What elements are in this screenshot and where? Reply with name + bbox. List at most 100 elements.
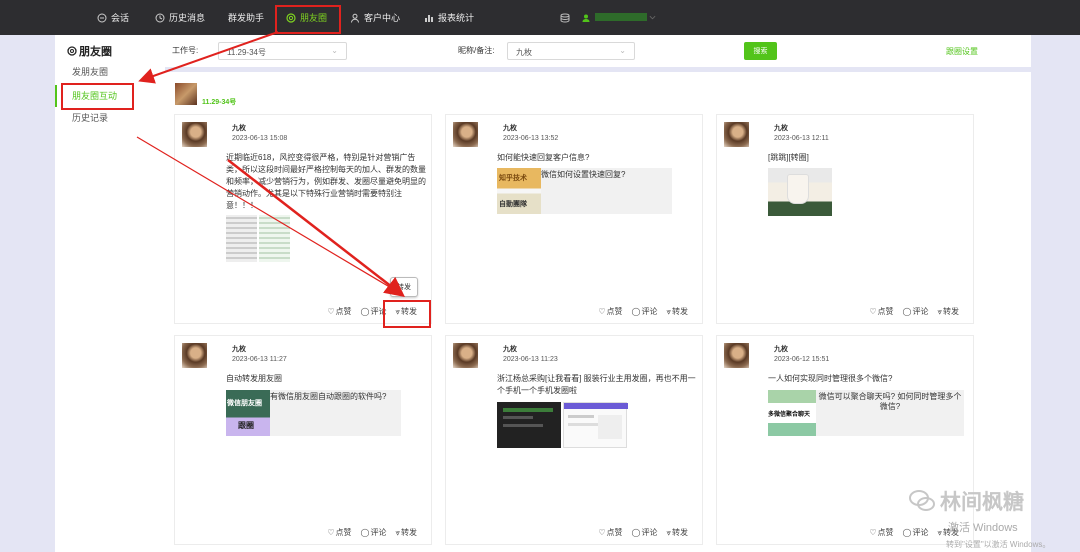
heart-icon: ♡	[869, 528, 877, 537]
post-time: 2023-06-13 11:23	[503, 356, 558, 363]
settings-link[interactable]: 跟圈设置	[946, 46, 978, 57]
comment-icon: ◯	[902, 307, 912, 316]
thumb-text: 知乎技术	[499, 175, 527, 182]
post-time: 2023-06-13 11:27	[232, 356, 287, 363]
post-author: 九枚	[503, 346, 517, 353]
post-text: 自动转发朋友圈	[226, 374, 282, 383]
post-text: [跳跳][转圈]	[768, 153, 809, 162]
nav-item-history[interactable]: 历史消息	[155, 0, 205, 35]
like-button[interactable]: ♡ 点赞	[869, 527, 893, 538]
post-time: 2023-06-12 15:51	[774, 356, 830, 363]
nick-select-value: 九枚	[516, 48, 532, 57]
nav-item-label: 客户中心	[364, 13, 401, 23]
share-icon: ⩔	[937, 306, 942, 316]
chevron-down-icon[interactable]	[649, 14, 656, 21]
share-icon: ⩔	[395, 527, 400, 537]
share-label: 转发	[401, 528, 417, 537]
avatar	[453, 122, 478, 147]
like-label: 点赞	[877, 307, 894, 316]
redacted-username[interactable]	[595, 13, 647, 21]
share-button[interactable]: ⩔ 转发	[937, 306, 959, 317]
share-label: 转发	[672, 307, 688, 316]
comment-icon: ◯	[902, 528, 912, 537]
person-icon	[351, 13, 359, 23]
post-card: 九枚 2023-06-13 13:52 如何能快速回复客户信息? 知乎技术 自動…	[445, 114, 703, 324]
link-title: 有微信朋友圈自动跟圈的软件吗?	[270, 392, 387, 401]
share-button[interactable]: ⩔ 转发	[666, 527, 688, 538]
post-time: 2023-06-13 12:11	[774, 135, 829, 142]
post-time: 2023-06-13 13:52	[503, 135, 559, 142]
nav-item-label: 会话	[111, 13, 130, 23]
comment-button[interactable]: ◯ 评论	[632, 306, 658, 317]
heart-icon: ♡	[327, 528, 335, 537]
like-button[interactable]: ♡ 点赞	[327, 527, 351, 538]
nick-label: 昵称/备注:	[458, 46, 495, 55]
post-card: 九枚 2023-06-13 11:23 浙江杨总采购[让我看看] 服装行业主用发…	[445, 335, 703, 545]
avatar	[453, 343, 478, 368]
link-card[interactable]: 知乎技术 自動團隊 微信如何设置快速回复?	[497, 168, 672, 214]
link-thumbnail: 多微信聚合聊天	[768, 390, 816, 436]
nav-item-reports[interactable]: 报表统计	[424, 0, 474, 35]
thumb-text: 自動團隊	[499, 201, 527, 208]
filter-bar: 工作号: 11.29-34号 ⌄ 昵称/备注: 九枚 ⌄ 搜索 跟圈设置	[165, 35, 1031, 67]
highlight-box-share	[383, 300, 431, 328]
comment-button[interactable]: ◯ 评论	[361, 527, 387, 538]
database-icon[interactable]	[560, 13, 570, 23]
comment-icon: ◯	[360, 528, 370, 537]
comment-label: 评论	[641, 528, 658, 537]
sidebar-item-post[interactable]: 发朋友圈	[55, 61, 165, 83]
like-button[interactable]: ♡ 点赞	[598, 527, 622, 538]
nav-item-label: 报表统计	[438, 13, 475, 23]
job-label: 工作号:	[172, 46, 199, 55]
like-button[interactable]: ♡ 点赞	[598, 306, 622, 317]
thumb-text: 跟圈	[238, 421, 254, 430]
post-image[interactable]	[226, 215, 257, 262]
post-image[interactable]	[768, 168, 832, 216]
sidebar-item-history[interactable]: 历史记录	[55, 107, 165, 129]
link-card[interactable]: 微信朋友圈 跟圈 有微信朋友圈自动跟圈的软件吗?	[226, 390, 401, 436]
thumb-text: 微信朋友圈	[227, 400, 262, 407]
share-button[interactable]: ⩔ 转发	[395, 527, 417, 538]
account-name[interactable]: 11.29-34号	[202, 97, 236, 107]
comment-label: 评论	[912, 307, 929, 316]
heart-icon: ♡	[598, 307, 606, 316]
sidebar-title: 朋友圈	[67, 43, 112, 59]
like-button[interactable]: ♡ 点赞	[869, 306, 893, 317]
nav-item-customers[interactable]: 客户中心	[350, 0, 400, 35]
search-button[interactable]: 搜索	[744, 42, 777, 60]
post-image[interactable]	[259, 215, 290, 262]
nick-select[interactable]: 九枚 ⌄	[507, 42, 635, 60]
chevron-down-icon: ⌄	[331, 46, 338, 55]
link-title: 微信可以聚合聊天吗? 如何同时管理多个微信?	[818, 392, 962, 411]
share-button[interactable]: ⩔ 转发	[666, 306, 688, 317]
nav-item-mass-send[interactable]: 群发助手	[228, 0, 264, 35]
post-text: 如何能快速回复客户信息?	[497, 153, 590, 162]
comment-button[interactable]: ◯ 评论	[903, 306, 929, 317]
comment-icon: ◯	[631, 528, 641, 537]
post-text: 浙江杨总采购[让我看看] 服装行业主用发圈，再也不用一个手机一个手机发圈啦	[497, 374, 696, 395]
nav-item-label: 历史消息	[169, 13, 206, 23]
highlight-box-interaction	[61, 83, 134, 110]
comment-button[interactable]: ◯ 评论	[903, 527, 929, 538]
heart-icon: ♡	[598, 528, 606, 537]
heart-icon: ♡	[869, 307, 877, 316]
highlight-box-moments-tab	[275, 5, 341, 34]
watermark-text: 林间枫糖	[940, 491, 1024, 514]
post-author: 九枚	[503, 125, 517, 132]
comment-label: 评论	[912, 528, 929, 537]
post-image[interactable]	[563, 402, 628, 448]
bar-chart-icon	[425, 14, 433, 22]
like-label: 点赞	[877, 528, 894, 537]
post-author: 九枚	[774, 125, 788, 132]
avatar	[182, 122, 207, 147]
comment-button[interactable]: ◯ 评论	[632, 527, 658, 538]
link-card[interactable]: 多微信聚合聊天 微信可以聚合聊天吗? 如何同时管理多个微信?	[768, 390, 964, 436]
job-select[interactable]: 11.29-34号 ⌄	[218, 42, 347, 60]
like-label: 点赞	[335, 307, 352, 316]
nav-item-chat[interactable]: 会话	[97, 0, 129, 35]
post-author: 九枚	[232, 125, 246, 132]
avatar	[724, 343, 749, 368]
like-button[interactable]: ♡ 点赞	[327, 306, 351, 317]
post-image[interactable]	[497, 402, 561, 448]
post-actions: ♡ 点赞 ◯ 评论 ⩔ 转发	[869, 306, 959, 317]
